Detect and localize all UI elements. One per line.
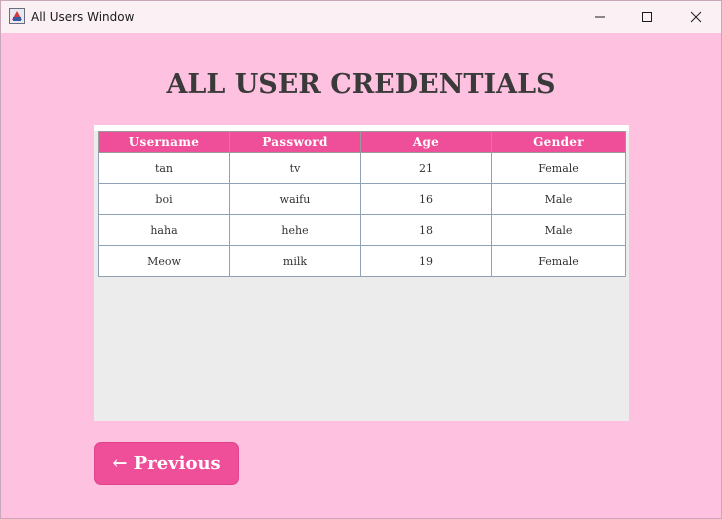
maximize-button[interactable] bbox=[624, 1, 670, 33]
cell-age[interactable]: 18 bbox=[360, 214, 492, 246]
table-row[interactable]: tan tv 21 Female bbox=[98, 152, 626, 184]
table-row[interactable]: haha hehe 18 Male bbox=[98, 214, 626, 246]
cell-username[interactable]: boi bbox=[98, 183, 230, 215]
window-title: All Users Window bbox=[31, 10, 135, 24]
column-header-password[interactable]: Password bbox=[229, 131, 361, 153]
minimize-icon bbox=[595, 16, 605, 18]
cell-username[interactable]: haha bbox=[98, 214, 230, 246]
column-header-age[interactable]: Age bbox=[360, 131, 492, 153]
close-icon bbox=[690, 11, 702, 23]
all-users-window: All Users Window ALL USER CREDENTIALS Us… bbox=[0, 0, 722, 519]
maximize-icon bbox=[642, 12, 652, 22]
cell-gender[interactable]: Male bbox=[491, 183, 626, 215]
java-app-icon bbox=[9, 8, 25, 24]
column-header-username[interactable]: Username bbox=[98, 131, 230, 153]
credentials-table[interactable]: Username Password Age Gender tan tv 21 F… bbox=[98, 131, 626, 277]
cell-gender[interactable]: Female bbox=[491, 152, 626, 184]
page-heading: ALL USER CREDENTIALS bbox=[166, 69, 556, 100]
table-header-row: Username Password Age Gender bbox=[98, 131, 626, 153]
cell-password[interactable]: milk bbox=[229, 245, 361, 277]
cell-password[interactable]: tv bbox=[229, 152, 361, 184]
cell-age[interactable]: 21 bbox=[360, 152, 492, 184]
close-button[interactable] bbox=[673, 1, 719, 33]
previous-button[interactable]: ← Previous bbox=[94, 442, 239, 485]
cell-age[interactable]: 16 bbox=[360, 183, 492, 215]
title-bar[interactable]: All Users Window bbox=[1, 1, 721, 33]
table-row[interactable]: boi waifu 16 Male bbox=[98, 183, 626, 215]
column-header-gender[interactable]: Gender bbox=[491, 131, 626, 153]
cell-age[interactable]: 19 bbox=[360, 245, 492, 277]
table-row[interactable]: Meow milk 19 Female bbox=[98, 245, 626, 277]
credentials-table-panel[interactable]: Username Password Age Gender tan tv 21 F… bbox=[94, 125, 629, 421]
cell-username[interactable]: Meow bbox=[98, 245, 230, 277]
cell-gender[interactable]: Male bbox=[491, 214, 626, 246]
cell-password[interactable]: hehe bbox=[229, 214, 361, 246]
minimize-button[interactable] bbox=[577, 1, 623, 33]
cell-gender[interactable]: Female bbox=[491, 245, 626, 277]
cell-password[interactable]: waifu bbox=[229, 183, 361, 215]
cell-username[interactable]: tan bbox=[98, 152, 230, 184]
